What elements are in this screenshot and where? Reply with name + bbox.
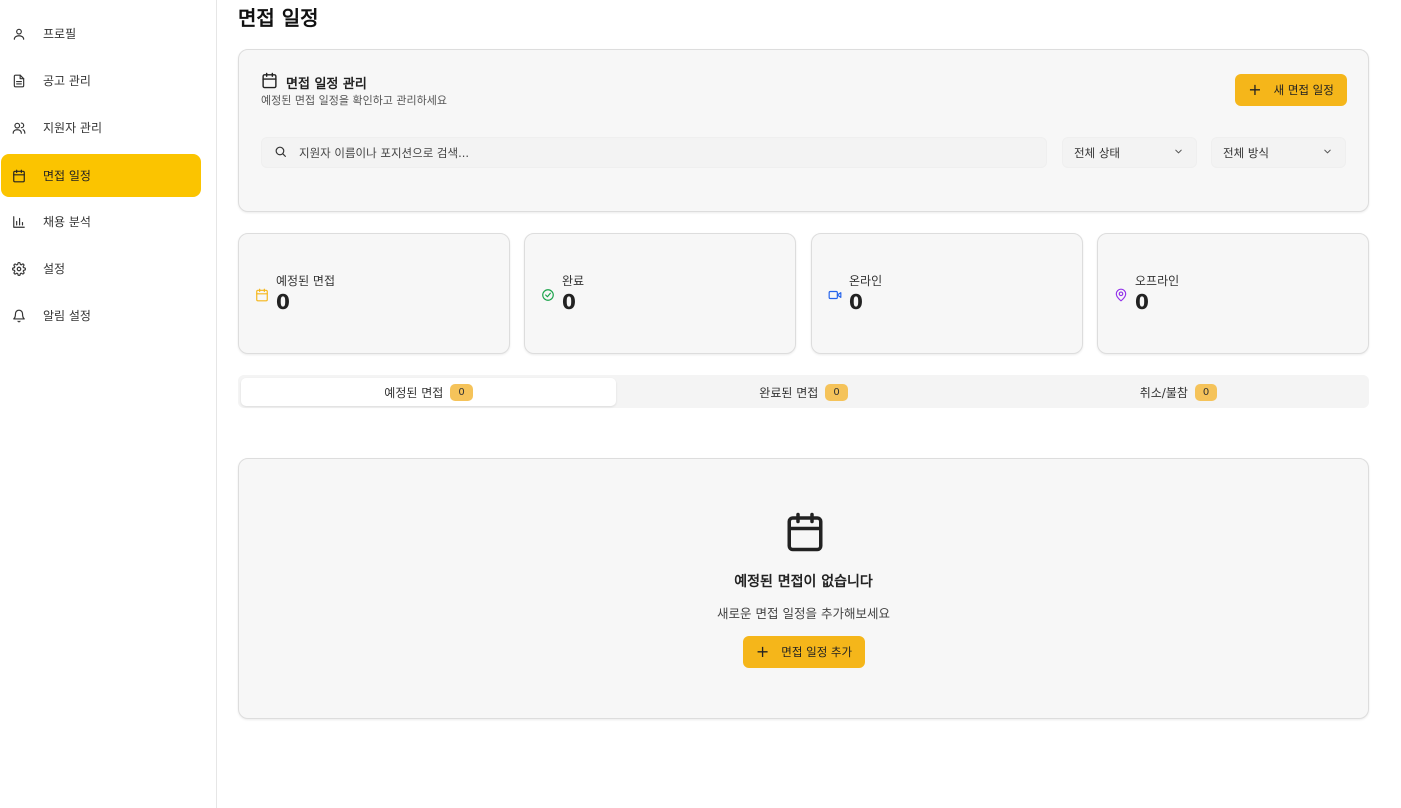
stat-value: 0 [276,290,290,314]
empty-state-card: 예정된 면접이 없습니다 새로운 면접 일정을 추가해보세요 + 면접 일정 추… [238,458,1369,719]
new-interview-button[interactable]: + 새 면접 일정 [1235,74,1347,106]
calendar-icon [12,169,26,183]
tab-cancelled[interactable]: 취소/불참 0 [991,378,1366,406]
bar-chart-icon [12,215,26,229]
check-circle-icon [541,287,555,301]
sidebar-item-label: 설정 [43,262,66,276]
search-icon [274,143,287,162]
tab-label: 완료된 면접 [759,385,819,400]
sidebar-item-label: 면접 일정 [43,169,91,183]
stat-label: 완료 [562,274,585,288]
count-badge: 0 [450,383,473,401]
plus-icon: + [755,642,770,661]
add-interview-button[interactable]: + 면접 일정 추가 [743,636,865,668]
tab-scheduled[interactable]: 예정된 면접 0 [241,378,616,406]
search-box[interactable] [261,137,1047,168]
gear-icon [12,261,26,276]
calendar-icon [255,287,269,302]
plus-icon: + [1248,80,1262,99]
stat-label: 오프라인 [1135,274,1180,288]
tab-label: 예정된 면접 [384,385,444,400]
chevron-down-icon [1173,146,1184,160]
management-subtitle: 예정된 면접 일정을 확인하고 관리하세요 [261,94,448,107]
sidebar-item-jobs[interactable]: 공고 관리 [1,59,201,102]
sidebar-item-notifications[interactable]: 알림 설정 [1,294,201,337]
sidebar-item-applicants[interactable]: 지원자 관리 [1,106,201,149]
method-filter-select[interactable]: 전체 방식 [1211,137,1346,168]
sidebar-item-label: 알림 설정 [43,309,91,323]
sidebar-item-profile[interactable]: 프로필 [1,12,201,55]
calendar-icon [784,511,826,553]
sidebar-item-label: 공고 관리 [43,74,91,88]
search-input[interactable] [299,145,999,160]
stat-card-scheduled: 예정된 면접 0 [238,233,510,354]
bell-icon [12,309,26,323]
sidebar-item-interviews[interactable]: 면접 일정 [1,154,201,197]
sidebar-item-label: 프로필 [43,27,77,41]
sidebar-item-label: 채용 분석 [43,215,91,229]
sidebar: 프로필 공고 관리 지원자 관리 면접 일정 채용 분석 설정 알림 설정 [0,0,217,808]
count-badge: 0 [1194,383,1218,401]
stat-card-online: 온라인 0 [811,233,1083,354]
stat-label: 예정된 면접 [276,274,336,288]
tab-completed[interactable]: 완료된 면접 0 [616,378,991,406]
method-filter-value: 전체 방식 [1223,145,1269,160]
count-badge: 0 [825,383,848,401]
interview-tabs: 예정된 면접 0 완료된 면접 0 취소/불참 0 [238,375,1369,408]
stat-card-completed: 완료 0 [524,233,796,354]
empty-state-title: 예정된 면접이 없습니다 [734,574,873,590]
stat-label: 온라인 [849,274,883,288]
management-header: 면접 일정 관리 [261,72,367,93]
new-interview-button-label: 새 면접 일정 [1273,83,1334,97]
stat-value: 0 [562,290,576,314]
map-pin-icon [1114,287,1128,302]
sidebar-item-analytics[interactable]: 채용 분석 [1,200,201,243]
stat-value: 0 [849,290,863,314]
add-interview-button-label: 면접 일정 추가 [781,645,853,659]
status-filter-select[interactable]: 전체 상태 [1062,137,1197,168]
sidebar-item-settings[interactable]: 설정 [1,247,201,290]
interview-management-card: 면접 일정 관리 예정된 면접 일정을 확인하고 관리하세요 + 새 면접 일정… [238,49,1369,212]
user-icon [12,27,26,41]
stat-card-offline: 오프라인 0 [1097,233,1369,354]
page-title: 면접 일정 [238,6,319,30]
users-icon [12,121,26,135]
tab-label: 취소/불참 [1139,385,1188,400]
status-filter-value: 전체 상태 [1074,145,1120,160]
management-title: 면접 일정 관리 [286,77,367,92]
sidebar-item-label: 지원자 관리 [43,121,103,135]
empty-state-subtitle: 새로운 면접 일정을 추가해보세요 [717,606,890,621]
video-icon [828,287,842,301]
document-icon [12,74,26,88]
calendar-icon [261,72,278,93]
stat-value: 0 [1135,290,1149,314]
chevron-down-icon [1322,146,1333,160]
